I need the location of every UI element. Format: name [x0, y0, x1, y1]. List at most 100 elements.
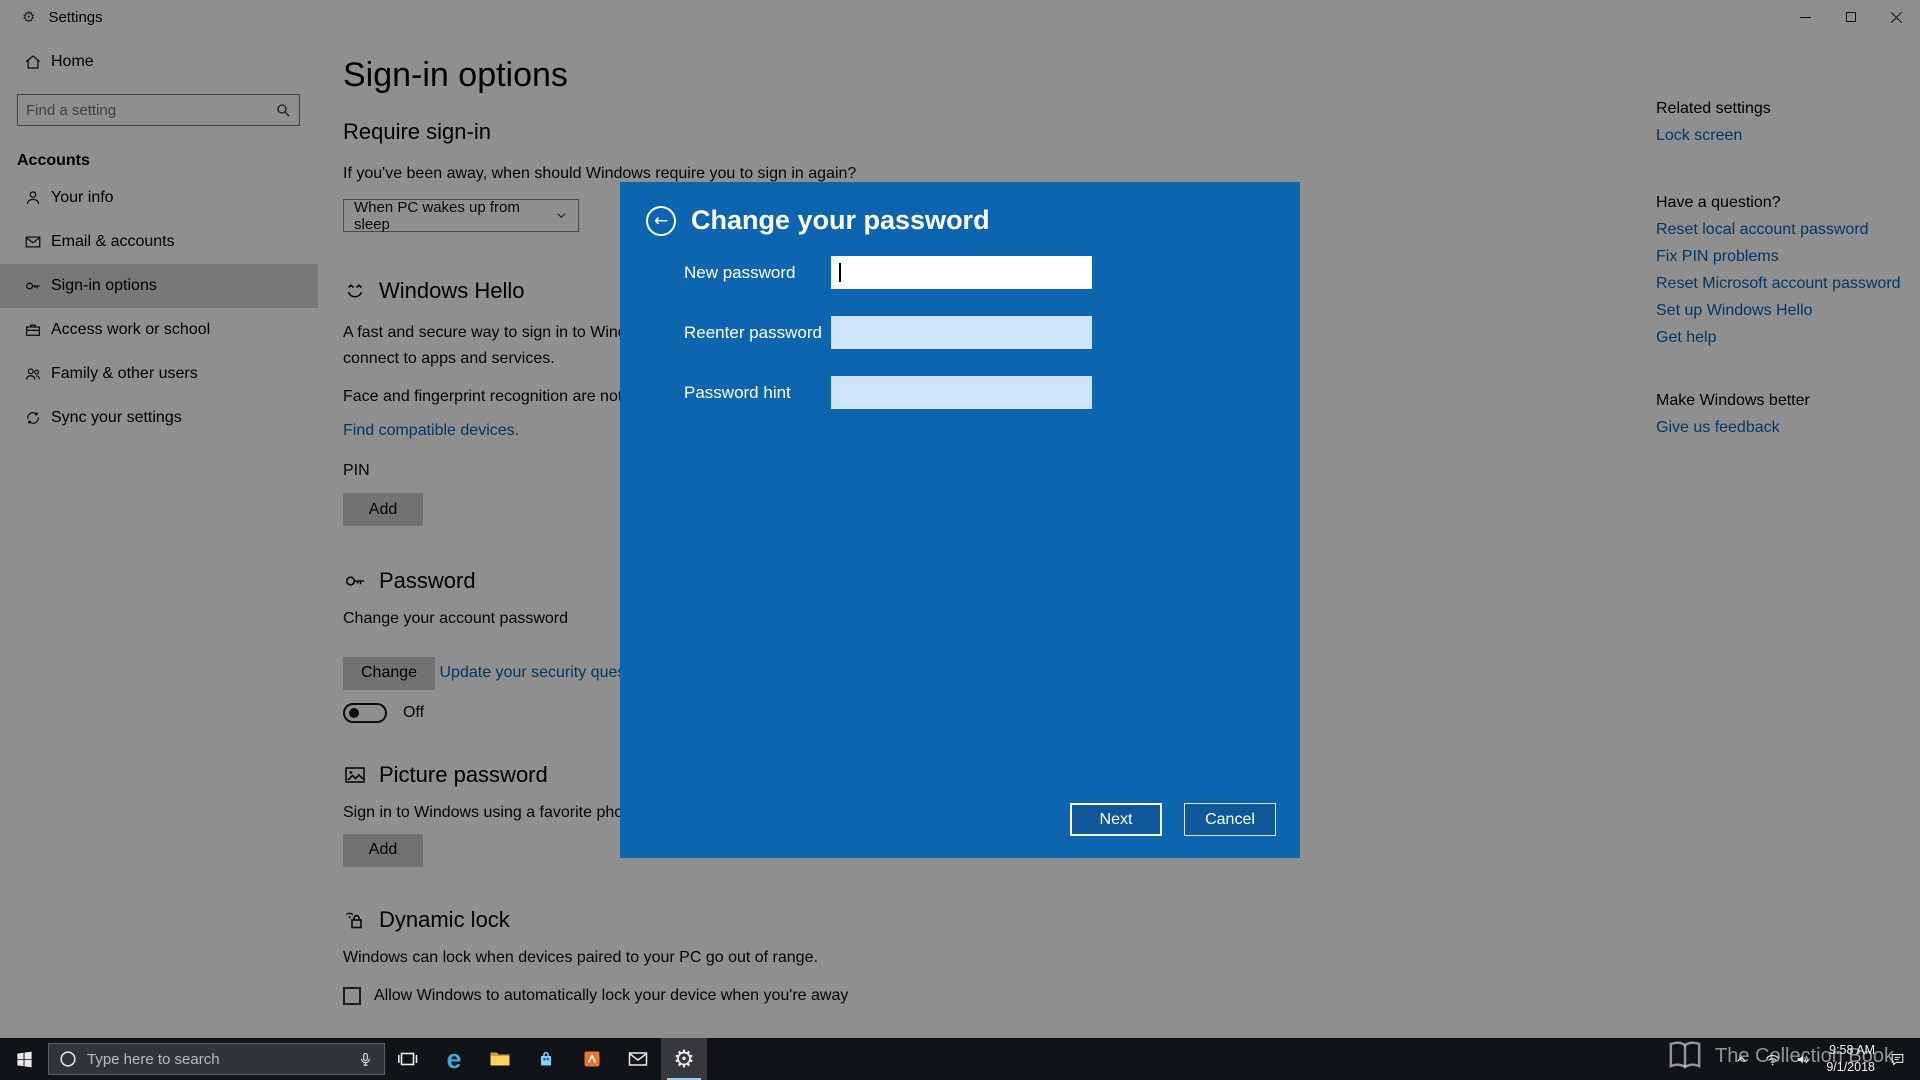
window-title: Settings [48, 9, 102, 26]
desktop: ⚙ Settings Home Accounts Your info [0, 0, 1920, 1080]
sidebar-item-label: Your info [51, 189, 114, 207]
sidebar-item-home[interactable]: Home [0, 42, 318, 82]
set-up-windows-hello-link[interactable]: Set up Windows Hello [1656, 302, 1906, 319]
mail-button[interactable] [615, 1038, 661, 1080]
password-hint-field[interactable] [831, 376, 1092, 409]
toggle-state-label: Off [403, 700, 424, 726]
edge-button[interactable]: e [431, 1038, 477, 1080]
edge-icon: e [446, 1046, 461, 1073]
microphone-icon[interactable] [357, 1051, 374, 1068]
settings-app-icon: ⚙ [22, 8, 35, 26]
taskbar-search-box[interactable] [48, 1043, 385, 1075]
next-button[interactable]: Next [1070, 803, 1162, 836]
dialog-header: ← Change your password [620, 182, 1300, 236]
require-sign-in-dropdown[interactable]: When PC wakes up from sleep [343, 199, 579, 232]
reenter-password-label: Reenter password [684, 323, 831, 343]
store-button[interactable] [523, 1038, 569, 1080]
get-help-link[interactable]: Get help [1656, 329, 1906, 346]
have-a-question-heading: Have a question? [1656, 194, 1906, 212]
pin-add-button[interactable]: Add [343, 493, 423, 526]
sidebar-item-your-info[interactable]: Your info [0, 176, 318, 220]
taskbar-search-input[interactable] [87, 1051, 351, 1068]
file-explorer-button[interactable] [477, 1038, 523, 1080]
sidebar-item-label: Family & other users [51, 365, 198, 383]
page-title: Sign-in options [343, 56, 1353, 95]
close-button[interactable] [1874, 0, 1920, 34]
store-icon [534, 1047, 558, 1071]
settings-taskbar-button[interactable]: ⚙ [661, 1038, 707, 1080]
dynamic-lock-heading: Dynamic lock [379, 907, 510, 933]
sidebar-item-email-accounts[interactable]: Email & accounts [0, 220, 318, 264]
picture-password-add-button[interactable]: Add [343, 834, 423, 867]
taskbar: e ⚙ 9:58 AM 9/1/2018 [0, 1038, 1920, 1080]
sidebar-item-family-other-users[interactable]: Family & other users [0, 352, 318, 396]
lock-screen-link[interactable]: Lock screen [1656, 127, 1906, 144]
password-change-button[interactable]: Change [343, 657, 435, 690]
make-windows-better-heading: Make Windows better [1656, 392, 1906, 410]
related-settings-heading: Related settings [1656, 100, 1906, 118]
sidebar-item-label: Access work or school [51, 321, 210, 339]
dynamic-lock-desc: Windows can lock when devices paired to … [343, 945, 1353, 971]
sidebar-item-sync-your-settings[interactable]: Sync your settings [0, 396, 318, 440]
key-icon [24, 277, 42, 295]
sidebar-section-accounts: Accounts [17, 152, 318, 170]
system-tray: 9:58 AM 9/1/2018 [1733, 1038, 1920, 1080]
settings-search-input[interactable] [18, 102, 275, 119]
windows-hello-heading: Windows Hello [379, 278, 525, 304]
reenter-password-field[interactable] [831, 316, 1092, 349]
back-arrow-icon[interactable]: ← [646, 206, 676, 236]
settings-gear-icon: ⚙ [673, 1047, 695, 1071]
dialog-fields: New password Reenter password Password h… [620, 256, 1300, 409]
windows-logo-icon [15, 1050, 34, 1069]
person-icon [24, 189, 42, 207]
dynamic-lock-checkbox-label: Allow Windows to automatically lock your… [374, 987, 848, 1005]
sidebar-item-label: Sign-in options [51, 277, 157, 295]
volume-icon[interactable] [1795, 1051, 1812, 1068]
cancel-button[interactable]: Cancel [1184, 803, 1276, 836]
email-icon [24, 233, 42, 251]
clock-time: 9:58 AM [1826, 1042, 1875, 1059]
orange-app-button[interactable] [569, 1038, 615, 1080]
maximize-button[interactable] [1828, 0, 1874, 34]
reset-local-account-password-link[interactable]: Reset local account password [1656, 221, 1906, 238]
hidden-icons-chevron-icon[interactable] [1733, 1051, 1750, 1068]
action-center-icon[interactable] [1889, 1051, 1906, 1068]
new-password-row: New password [620, 256, 1300, 289]
sidebar-home-label: Home [51, 53, 94, 71]
password-hint-row: Password hint [620, 376, 1300, 409]
minimize-icon [1800, 17, 1811, 18]
settings-search-box[interactable] [17, 94, 300, 126]
dropdown-selected-value: When PC wakes up from sleep [354, 199, 555, 233]
task-view-button[interactable] [385, 1038, 431, 1080]
taskbar-clock[interactable]: 9:58 AM 9/1/2018 [1826, 1042, 1875, 1076]
security-questions-toggle[interactable] [343, 703, 387, 723]
sidebar-item-sign-in-options[interactable]: Sign-in options [0, 264, 318, 308]
file-explorer-icon [488, 1047, 512, 1071]
minimize-button[interactable] [1782, 0, 1828, 34]
caption-buttons [1782, 0, 1920, 34]
sidebar: Home Accounts Your info Email & accounts… [0, 34, 318, 1038]
change-password-dialog: ← Change your password New password Reen… [620, 182, 1300, 858]
network-icon[interactable] [1764, 1051, 1781, 1068]
sidebar-item-label: Email & accounts [51, 233, 175, 251]
smiley-icon [343, 279, 367, 303]
new-password-field[interactable] [831, 256, 1092, 289]
dynamic-lock-checkbox[interactable] [343, 987, 361, 1005]
start-button[interactable] [0, 1038, 48, 1080]
close-icon [1891, 11, 1903, 23]
new-password-label: New password [684, 263, 831, 283]
sidebar-item-access-work-school[interactable]: Access work or school [0, 308, 318, 352]
give-us-feedback-link[interactable]: Give us feedback [1656, 419, 1906, 436]
fix-pin-problems-link[interactable]: Fix PIN problems [1656, 248, 1906, 265]
reset-microsoft-account-password-link[interactable]: Reset Microsoft account password [1656, 275, 1906, 292]
clock-date: 9/1/2018 [1826, 1059, 1875, 1076]
titlebar: ⚙ Settings [0, 0, 1920, 34]
require-sign-in-heading: Require sign-in [343, 119, 1353, 145]
briefcase-icon [24, 321, 42, 339]
password-hint-label: Password hint [684, 383, 831, 403]
picture-password-heading: Picture password [379, 762, 548, 788]
chevron-down-icon [555, 209, 568, 222]
task-view-icon [396, 1047, 420, 1071]
key-icon [343, 569, 367, 593]
find-compatible-devices-link[interactable]: Find compatible devices. [343, 422, 519, 440]
